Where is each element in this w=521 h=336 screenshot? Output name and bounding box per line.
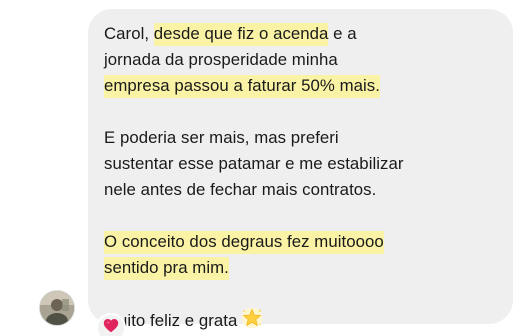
message-line: jornada da prosperidade minha [104, 50, 338, 69]
message-line: sustentar esse patamar e me estabilizar [104, 154, 404, 173]
highlighted-text: desde que fiz o acenda [153, 23, 329, 46]
message-paragraph-4: Muito feliz e grata [104, 307, 497, 336]
message-line: nele antes de fechar mais contratos. [104, 180, 377, 199]
message-text: e a [328, 24, 357, 43]
message-line: Muito feliz e grata [104, 307, 497, 336]
highlighted-text: O conceito dos degraus fez muitoooo [104, 231, 384, 254]
user-avatar-icon [40, 291, 74, 325]
message-line: Carol, desde que fiz o acenda e a [104, 21, 497, 47]
message-paragraph-2: E poderia ser mais, mas preferi sustenta… [104, 125, 497, 203]
avatar[interactable] [40, 291, 74, 325]
message-paragraph-3: O conceito dos degraus fez muitoooo sent… [104, 229, 497, 281]
message-line: O conceito dos degraus fez muitoooo [104, 229, 497, 255]
message-line: empresa passou a faturar 50% mais. [104, 73, 497, 99]
message-bubble[interactable]: Carol, desde que fiz o acenda e a jornad… [88, 9, 513, 330]
highlighted-text: empresa passou a faturar 50% mais. [104, 75, 380, 98]
message-text: Carol, [104, 24, 154, 43]
glowing-star-icon [241, 307, 263, 336]
highlighted-text: sentido pra mim. [104, 257, 229, 280]
chat-thread: Carol, desde que fiz o acenda e a jornad… [0, 0, 521, 336]
red-heart-icon [103, 318, 119, 336]
heart-reaction[interactable] [96, 313, 126, 336]
message-line: E poderia ser mais, mas preferi [104, 128, 339, 147]
message-line: sentido pra mim. [104, 255, 497, 281]
message-paragraph-1: Carol, desde que fiz o acenda e a jornad… [104, 21, 497, 99]
